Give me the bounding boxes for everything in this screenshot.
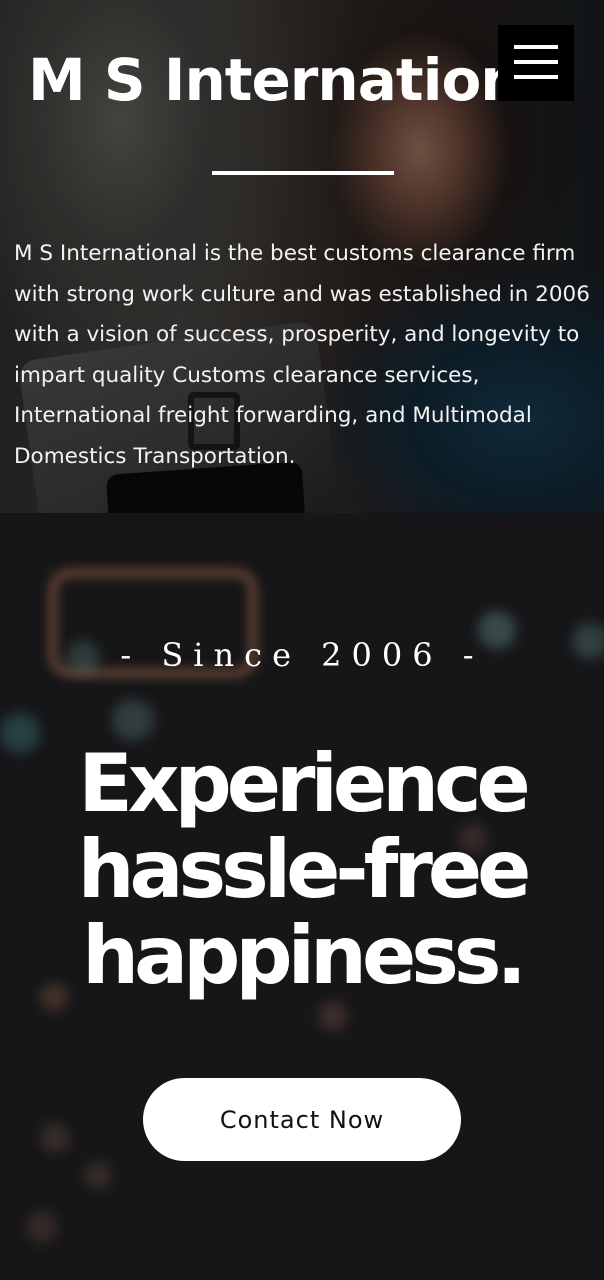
tagline-line-1: Experience	[78, 737, 531, 830]
background-bokeh	[40, 1123, 70, 1153]
hero-section: M S International M S International is t…	[0, 0, 604, 513]
title-divider	[212, 171, 394, 175]
hamburger-menu-icon-bar	[514, 60, 558, 64]
hamburger-menu-icon	[514, 45, 558, 49]
background-bokeh	[26, 1211, 58, 1243]
hero-tagline: Experience hassle-free happiness.	[0, 741, 604, 999]
company-description: M S International is the best customs cl…	[14, 241, 590, 469]
hamburger-menu-icon-bar	[514, 75, 558, 79]
contact-now-button[interactable]: Contact Now	[143, 1078, 461, 1161]
background-bokeh	[84, 1161, 112, 1189]
promo-section: - Since 2006 - Experience hassle-free ha…	[0, 513, 604, 1280]
tagline-line-3: happiness.	[82, 909, 527, 1002]
hamburger-menu-button[interactable]	[498, 25, 574, 101]
tagline-line-2: hassle-free	[77, 823, 532, 916]
background-bokeh	[112, 699, 154, 741]
background-bokeh	[318, 1001, 348, 1031]
since-year-label: - Since 2006 -	[120, 636, 484, 674]
brand-title: M S International	[28, 46, 579, 114]
